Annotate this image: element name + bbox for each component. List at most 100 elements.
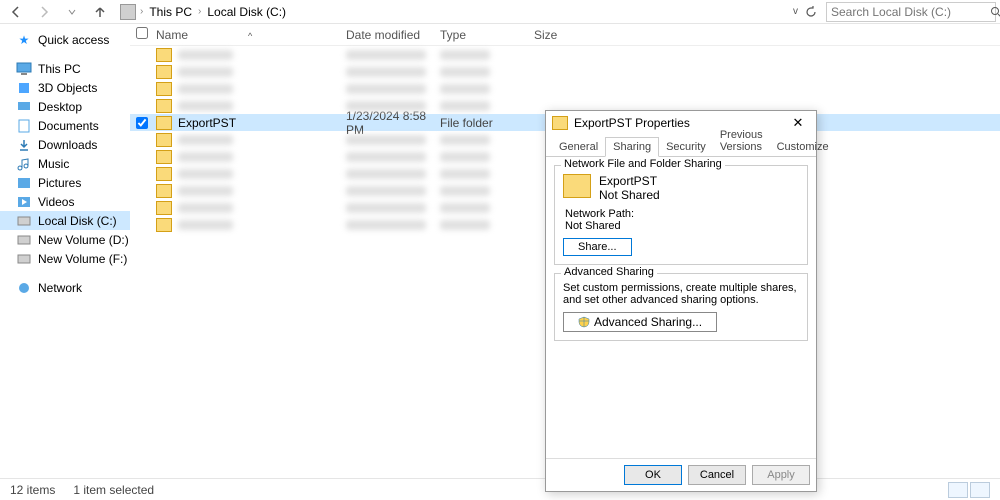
sidebar-item-desktop[interactable]: Desktop bbox=[0, 97, 130, 116]
sidebar-item-new-volume-d[interactable]: New Volume (D:) bbox=[0, 230, 130, 249]
tab-sharing[interactable]: Sharing bbox=[605, 137, 659, 157]
sort-arrow-icon: ^ bbox=[248, 31, 252, 41]
dropdown-icon[interactable]: v bbox=[793, 6, 798, 17]
shared-folder-name: ExportPST bbox=[599, 174, 660, 188]
select-all-checkbox[interactable] bbox=[136, 27, 148, 39]
folder-icon bbox=[156, 167, 172, 181]
search-input[interactable] bbox=[831, 5, 986, 19]
sidebar-item-documents[interactable]: Documents bbox=[0, 116, 130, 135]
column-date[interactable]: Date modified bbox=[346, 28, 440, 42]
drive-icon bbox=[16, 213, 32, 229]
sidebar-item-3d-objects[interactable]: 3D Objects bbox=[0, 78, 130, 97]
group-label: Advanced Sharing bbox=[561, 266, 657, 278]
tab-general[interactable]: General bbox=[552, 138, 605, 156]
ok-button[interactable]: OK bbox=[624, 465, 682, 485]
table-row[interactable] bbox=[130, 46, 1000, 63]
network-sharing-group: Network File and Folder Sharing ExportPS… bbox=[554, 165, 808, 265]
advanced-sharing-group: Advanced Sharing Set custom permissions,… bbox=[554, 273, 808, 341]
videos-icon bbox=[16, 194, 32, 210]
tab-customize[interactable]: Customize bbox=[770, 138, 836, 156]
folder-icon bbox=[156, 184, 172, 198]
advanced-sharing-description: Set custom permissions, create multiple … bbox=[563, 282, 799, 306]
dialog-titlebar[interactable]: ExportPST Properties ✕ bbox=[546, 111, 816, 135]
file-date: 1/23/2024 8:58 PM bbox=[346, 109, 440, 137]
share-button[interactable]: Share... bbox=[563, 238, 632, 256]
folder-icon bbox=[563, 174, 591, 198]
folder-icon bbox=[156, 82, 172, 96]
folder-icon bbox=[156, 201, 172, 215]
pictures-icon bbox=[16, 175, 32, 191]
sidebar-item-this-pc[interactable]: This PC bbox=[0, 59, 130, 78]
drive-icon bbox=[16, 232, 32, 248]
table-row[interactable] bbox=[130, 63, 1000, 80]
file-name: ExportPST bbox=[178, 116, 236, 130]
chevron-right-icon: › bbox=[140, 6, 143, 17]
cube-icon bbox=[16, 80, 32, 96]
pc-icon bbox=[120, 4, 136, 20]
star-icon: ★ bbox=[16, 32, 32, 48]
pc-icon bbox=[16, 61, 32, 77]
view-details-button[interactable] bbox=[948, 482, 968, 498]
folder-icon bbox=[156, 116, 172, 130]
column-headers: Name^ Date modified Type Size bbox=[130, 24, 1000, 46]
music-icon bbox=[16, 156, 32, 172]
tab-security[interactable]: Security bbox=[659, 138, 713, 156]
network-path-value: Not Shared bbox=[565, 220, 799, 232]
folder-icon bbox=[552, 116, 568, 130]
advanced-sharing-button[interactable]: Advanced Sharing... bbox=[563, 312, 717, 332]
folder-icon bbox=[156, 48, 172, 62]
table-row[interactable] bbox=[130, 80, 1000, 97]
forward-button[interactable] bbox=[32, 2, 56, 22]
sidebar-item-local-disk-c[interactable]: Local Disk (C:) bbox=[0, 211, 130, 230]
folder-icon bbox=[156, 65, 172, 79]
sidebar-item-new-volume-f[interactable]: New Volume (F:) bbox=[0, 249, 130, 268]
folder-icon bbox=[156, 218, 172, 232]
folder-icon bbox=[156, 133, 172, 147]
row-checkbox[interactable] bbox=[136, 117, 148, 129]
sidebar-item-pictures[interactable]: Pictures bbox=[0, 173, 130, 192]
downloads-icon bbox=[16, 137, 32, 153]
folder-icon bbox=[156, 99, 172, 113]
back-button[interactable] bbox=[4, 2, 28, 22]
cancel-button[interactable]: Cancel bbox=[688, 465, 746, 485]
search-box[interactable] bbox=[826, 2, 996, 22]
close-button[interactable]: ✕ bbox=[786, 115, 810, 131]
shield-icon bbox=[578, 316, 590, 328]
group-label: Network File and Folder Sharing bbox=[561, 158, 725, 170]
file-type: File folder bbox=[440, 116, 534, 130]
dialog-button-row: OK Cancel Apply bbox=[546, 458, 816, 491]
documents-icon bbox=[16, 118, 32, 134]
sidebar-item-videos[interactable]: Videos bbox=[0, 192, 130, 211]
shared-status: Not Shared bbox=[599, 188, 660, 202]
column-size[interactable]: Size bbox=[534, 28, 614, 42]
sidebar-item-network[interactable]: Network bbox=[0, 278, 130, 297]
navigation-pane: ★ Quick access This PC 3D Objects Deskto… bbox=[0, 24, 130, 478]
column-type[interactable]: Type bbox=[440, 28, 534, 42]
recent-dropdown[interactable] bbox=[60, 2, 84, 22]
chevron-right-icon: › bbox=[198, 6, 201, 17]
crumb-path[interactable]: Local Disk (C:) bbox=[205, 3, 288, 21]
tab-previous-versions[interactable]: Previous Versions bbox=[713, 126, 770, 156]
item-count: 12 items bbox=[10, 483, 55, 497]
sidebar-item-music[interactable]: Music bbox=[0, 154, 130, 173]
network-path-label: Network Path: bbox=[565, 208, 799, 220]
address-toolbar: › This PC › Local Disk (C:) v bbox=[0, 0, 1000, 24]
sidebar-item-downloads[interactable]: Downloads bbox=[0, 135, 130, 154]
desktop-icon bbox=[16, 99, 32, 115]
apply-button[interactable]: Apply bbox=[752, 465, 810, 485]
sidebar-item-quick-access[interactable]: ★ Quick access bbox=[0, 30, 130, 49]
search-icon[interactable] bbox=[990, 6, 1000, 18]
refresh-button[interactable] bbox=[804, 5, 818, 19]
up-button[interactable] bbox=[88, 2, 112, 22]
network-icon bbox=[16, 280, 32, 296]
drive-icon bbox=[16, 251, 32, 267]
column-name[interactable]: Name^ bbox=[156, 28, 346, 42]
status-bar: 12 items 1 item selected bbox=[0, 478, 1000, 500]
crumb-root[interactable]: This PC bbox=[147, 3, 194, 21]
dialog-tabs: General Sharing Security Previous Versio… bbox=[546, 135, 816, 157]
properties-dialog: ExportPST Properties ✕ General Sharing S… bbox=[545, 110, 817, 492]
folder-icon bbox=[156, 150, 172, 164]
breadcrumb[interactable]: › This PC › Local Disk (C:) bbox=[116, 1, 785, 23]
view-large-button[interactable] bbox=[970, 482, 990, 498]
selection-count: 1 item selected bbox=[73, 483, 154, 497]
